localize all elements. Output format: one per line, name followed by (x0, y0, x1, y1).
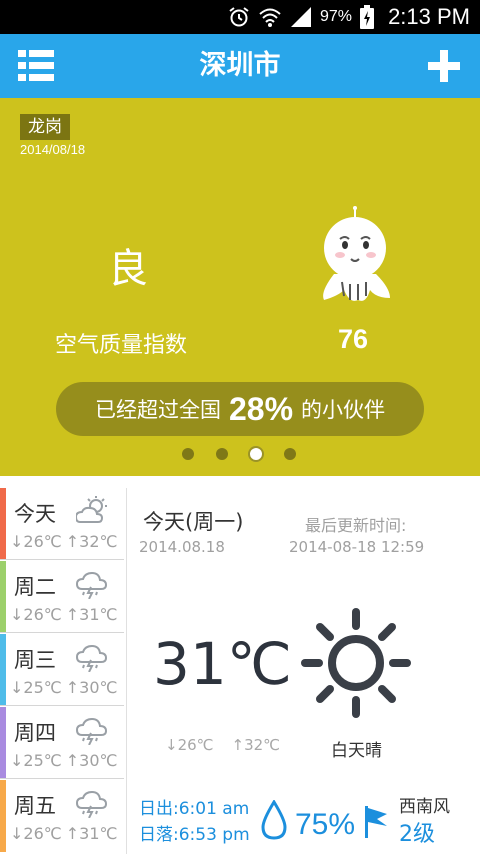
detail-low: ↓26℃ (165, 736, 214, 754)
thunderstorm-icon (76, 644, 108, 672)
today-detail-panel: 今天(周一) 2014.08.18 最后更新时间: 2014-08-18 12:… (126, 488, 480, 854)
forecast-high: ↑30℃ (65, 751, 118, 770)
detail-high: ↑32℃ (231, 736, 281, 754)
forecast-color-bar (0, 780, 6, 852)
last-updated-time: 2014-08-18 12:59 (289, 538, 425, 556)
forecast-low: ↓26℃ (10, 532, 62, 551)
forecast-temps: ↓25℃ ↑30℃ (10, 678, 121, 697)
wifi-icon (259, 8, 281, 27)
detail-day: 今天(周一) (143, 510, 244, 534)
battery-charging-icon (360, 5, 374, 29)
thunderstorm-icon (76, 717, 108, 745)
ranking-percent: 28% (228, 390, 294, 427)
forecast-color-bar (0, 488, 6, 559)
partly-cloudy-icon (76, 496, 107, 523)
forecast-day: 今天 (14, 502, 56, 526)
thunderstorm-icon (76, 571, 108, 599)
menu-button[interactable] (16, 46, 56, 86)
forecast-color-bar (0, 634, 6, 705)
signal-icon (290, 7, 311, 27)
pager-dot[interactable] (284, 448, 296, 460)
forecast-temps: ↓26℃ ↑32℃ (10, 532, 121, 551)
status-bar: 97% 2:13 PM (0, 0, 480, 34)
forecast-day: 周三 (14, 648, 56, 672)
pager-dot-active[interactable] (248, 446, 264, 462)
humidity-value: 75% (295, 808, 356, 841)
forecast-low: ↓26℃ (10, 605, 62, 624)
forecast-item-thu[interactable]: 周四 ↓25℃ ↑30℃ (0, 707, 124, 779)
wind-flag-icon (365, 806, 387, 838)
ranking-pill: 已经超过全国 28% 的小伙伴 (56, 382, 424, 436)
forecast-day: 周五 (14, 794, 56, 818)
alarm-icon (229, 7, 249, 27)
sunset-time: 日落:6:53 pm (139, 825, 250, 845)
wind-direction: 西南风 (399, 797, 450, 817)
forecast-temps: ↓26℃ ↑31℃ (10, 605, 121, 624)
app-bar: 深圳市 (0, 34, 480, 98)
forecast-low: ↓26℃ (10, 824, 62, 843)
last-updated-label: 最后更新时间: (305, 516, 407, 535)
aqi-level: 良 (108, 246, 148, 292)
status-icons: 97% (228, 5, 374, 29)
forecast-color-bar (0, 707, 6, 778)
forecast-item-today[interactable]: 今天 ↓26℃ ↑32℃ (0, 488, 124, 560)
ranking-suffix: 的小伙伴 (301, 398, 386, 422)
battery-percent: 97% (319, 8, 352, 25)
detail-temp-range: ↓26℃ ↑32℃ (165, 736, 298, 754)
wind-level: 2级 (399, 822, 435, 847)
water-drop-icon (261, 800, 287, 840)
forecast-day: 周四 (14, 721, 56, 745)
sunrise-time: 日出:6:01 am (139, 799, 250, 819)
forecast-item-tue[interactable]: 周二 ↓26℃ ↑31℃ (0, 561, 124, 633)
pager-dot[interactable] (216, 448, 228, 460)
add-city-button[interactable] (426, 48, 462, 84)
aqi-value: 76 (337, 324, 369, 354)
forecast-day: 周二 (14, 575, 56, 599)
detail-date: 2014.08.18 (139, 538, 225, 556)
forecast-item-fri[interactable]: 周五 ↓26℃ ↑31℃ (0, 780, 124, 852)
sun-icon (301, 608, 411, 718)
pager-dots (0, 446, 480, 462)
mascot-icon (323, 206, 390, 301)
weather-condition: 白天晴 (331, 741, 382, 761)
forecast-low: ↓25℃ (10, 751, 62, 770)
district-tag: 龙岗 (20, 114, 70, 140)
forecast-high: ↑30℃ (65, 678, 118, 697)
forecast-high: ↑31℃ (65, 824, 118, 843)
forecast-temps: ↓26℃ ↑31℃ (10, 824, 121, 843)
ranking-prefix: 已经超过全国 (94, 398, 221, 422)
forecast-color-bar (0, 561, 6, 632)
forecast-low: ↓25℃ (10, 678, 62, 697)
air-quality-panel[interactable]: 龙岗 2014/08/18 良 空气质量指数 76 已经超过全国 28% 的小伙… (0, 98, 480, 476)
aqi-label: 空气质量指数 (55, 333, 188, 358)
forecast-item-wed[interactable]: 周三 ↓25℃ ↑30℃ (0, 634, 124, 706)
current-temperature: 31℃ (153, 630, 292, 698)
city-title: 深圳市 (199, 50, 281, 81)
aqi-date: 2014/08/18 (20, 142, 86, 157)
plus-icon (428, 50, 460, 82)
pager-dot[interactable] (182, 448, 194, 460)
status-clock: 2:13 PM (388, 4, 470, 29)
thunderstorm-icon (76, 790, 108, 818)
list-menu-icon (18, 50, 54, 81)
forecast-high: ↑31℃ (65, 605, 118, 624)
forecast-list: 今天 ↓26℃ ↑32℃ 周二 ↓26℃ ↑31℃ 周三 ↓25℃ ↑30℃ 周… (0, 488, 126, 854)
forecast-high: ↑32℃ (65, 532, 118, 551)
forecast-temps: ↓25℃ ↑30℃ (10, 751, 121, 770)
